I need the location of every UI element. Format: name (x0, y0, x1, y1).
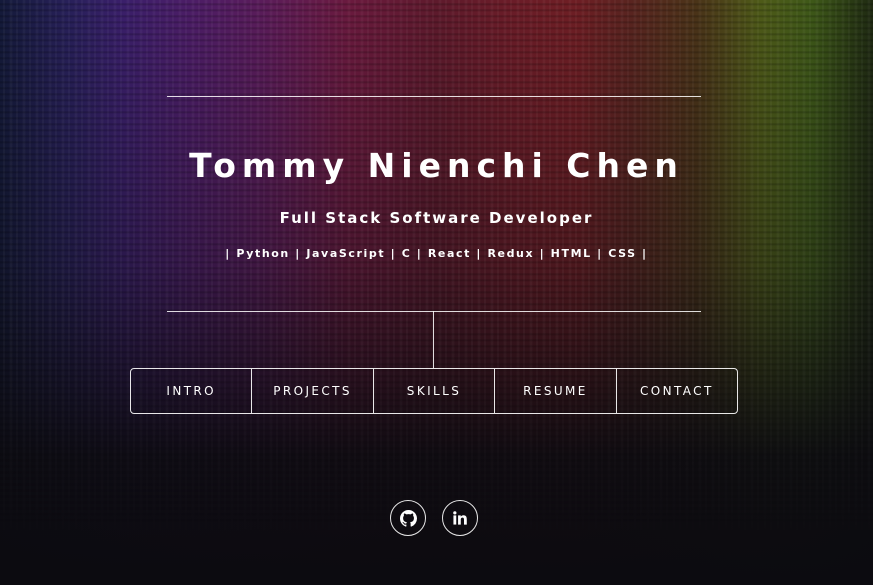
nav-item-contact[interactable]: CONTACT (617, 369, 737, 413)
page-subtitle: Full Stack Software Developer (279, 209, 594, 227)
nav-item-resume[interactable]: RESUME (495, 369, 617, 413)
social-links (390, 500, 478, 536)
header-divider-top (167, 96, 701, 97)
github-icon (399, 509, 417, 527)
landing-page: Tommy Nienchi Chen Full Stack Software D… (0, 0, 873, 585)
nav-item-skills[interactable]: SKILLS (374, 369, 496, 413)
linkedin-link-button[interactable] (442, 500, 478, 536)
page-title: Tommy Nienchi Chen (189, 146, 684, 185)
main-nav: INTRO PROJECTS SKILLS RESUME CONTACT (130, 368, 738, 414)
nav-item-intro[interactable]: INTRO (131, 369, 253, 413)
background-code-rain-dashes (0, 0, 873, 585)
github-link-button[interactable] (390, 500, 426, 536)
skills-list: | Python | JavaScript | C | React | Redu… (225, 247, 648, 260)
nav-item-projects[interactable]: PROJECTS (252, 369, 374, 413)
header-divider-bottom (167, 311, 701, 312)
linkedin-icon (453, 511, 467, 525)
nav-connector-line (433, 311, 434, 368)
